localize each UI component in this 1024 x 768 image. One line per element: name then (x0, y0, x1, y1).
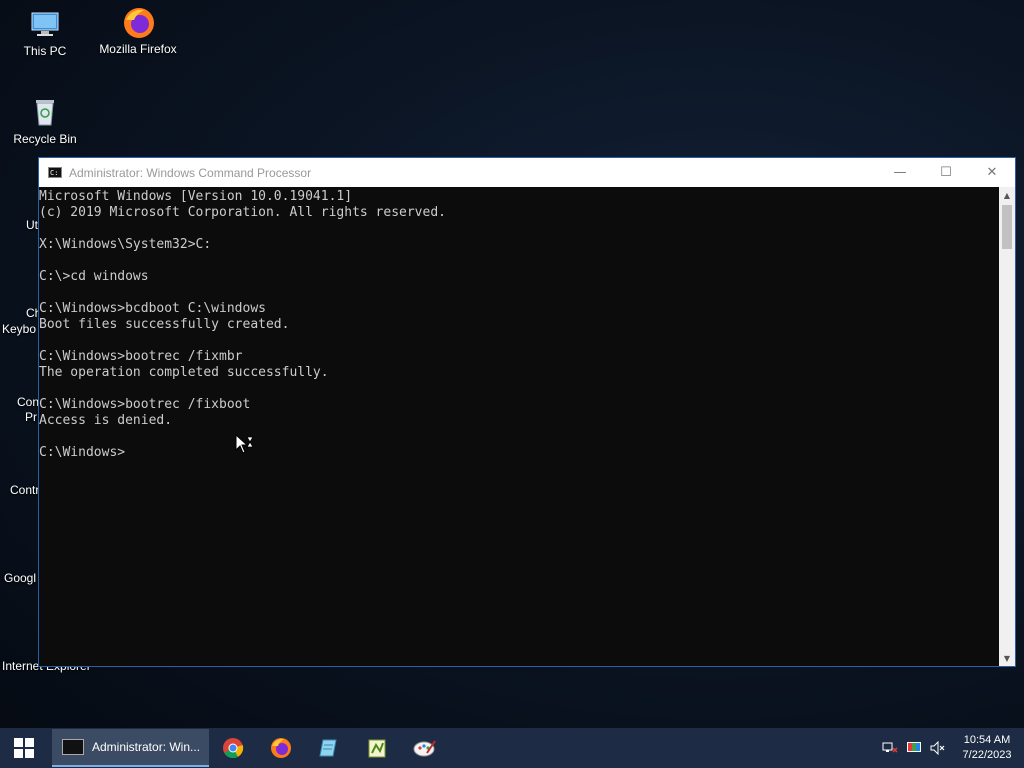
console-line: C:\Windows>bootrec /fixboot (39, 397, 251, 412)
chrome-icon (223, 738, 244, 759)
recycle-bin-icon (29, 96, 61, 128)
window-titlebar[interactable]: C: Administrator: Windows Command Proces… (39, 158, 1015, 187)
start-button[interactable] (0, 728, 48, 768)
taskbar-clock[interactable]: 10:54 AM 7/22/2023 (950, 733, 1024, 763)
minimize-icon: — (893, 165, 907, 180)
scrollbar-thumb[interactable] (1002, 205, 1012, 249)
console-line: X:\Windows\System32>C: (39, 237, 212, 252)
paint-icon (413, 740, 436, 757)
desktop-icon-this-pc[interactable]: This PC (0, 8, 90, 58)
console-line: The operation completed successfully. (39, 365, 329, 380)
console-line: Microsoft Windows [Version 10.0.19041.1] (39, 189, 353, 204)
taskbar-firefox[interactable] (257, 728, 305, 768)
desktop-icon-recycle-bin[interactable]: Recycle Bin (0, 96, 90, 146)
console-line: C:\Windows>bootrec /fixmbr (39, 349, 243, 364)
taskbar: Administrator: Win... 10:54 AM 7/22/2023 (0, 728, 1024, 768)
partial-icon-label: Pr (25, 410, 37, 424)
partial-icon-label: Ut (26, 218, 38, 232)
console-line: (c) 2019 Microsoft Corporation. All righ… (39, 205, 446, 220)
notepadpp-icon (368, 739, 386, 758)
close-button[interactable]: ✕ (969, 158, 1015, 187)
busy-cursor-icon (235, 433, 255, 454)
desktop-icon-label: This PC (23, 44, 67, 58)
taskbar-app-label: Administrator: Win... (92, 740, 201, 754)
clock-time: 10:54 AM (963, 734, 1011, 746)
firefox-icon (271, 738, 291, 758)
network-icon[interactable] (878, 728, 902, 768)
console-output[interactable]: Microsoft Windows [Version 10.0.19041.1]… (39, 187, 999, 666)
notepad-icon (319, 739, 337, 757)
window-title: Administrator: Windows Command Processor (69, 165, 312, 180)
cmd-icon (62, 739, 84, 755)
color-display-icon[interactable] (902, 728, 926, 768)
desktop-icon-label: Mozilla Firefox (99, 42, 177, 56)
scroll-down-icon[interactable]: ▼ (999, 650, 1015, 666)
console-line: Boot files successfully created. (39, 317, 290, 332)
clock-date: 7/22/2023 (962, 749, 1012, 761)
maximize-button[interactable]: ☐ (923, 158, 969, 187)
partial-icon-label: Keybo (2, 322, 37, 336)
desktop-icon-label: Recycle Bin (13, 132, 77, 146)
firefox-icon (122, 6, 154, 38)
taskbar-app-cmd[interactable]: Administrator: Win... (52, 729, 209, 767)
console-line: C:\Windows> (39, 445, 126, 460)
console-line: C:\>cd windows (39, 269, 149, 284)
vertical-scrollbar[interactable]: ▲ ▼ (999, 187, 1015, 666)
console-line: Access is denied. (39, 413, 173, 428)
taskbar-notepadpp[interactable] (353, 728, 401, 768)
partial-icon-label: Googl (4, 571, 37, 585)
cmd-icon: C: (48, 167, 62, 178)
taskbar-notepad[interactable] (305, 728, 353, 768)
volume-muted-icon[interactable] (926, 728, 950, 768)
partial-icon-label: Contr (10, 483, 40, 497)
taskbar-chrome[interactable] (209, 728, 257, 768)
console-line: C:\Windows>bcdboot C:\windows (39, 301, 266, 316)
maximize-icon: ☐ (940, 165, 952, 180)
close-icon: ✕ (986, 165, 998, 180)
desktop-icon-firefox[interactable]: Mozilla Firefox (93, 6, 183, 56)
computer-icon (29, 8, 61, 40)
minimize-button[interactable]: — (877, 158, 923, 187)
cmd-window[interactable]: C: Administrator: Windows Command Proces… (38, 157, 1016, 667)
system-tray: 10:54 AM 7/22/2023 (878, 728, 1024, 768)
taskbar-paint[interactable] (401, 728, 449, 768)
scroll-up-icon[interactable]: ▲ (999, 187, 1015, 203)
windows-logo-icon (14, 738, 34, 758)
